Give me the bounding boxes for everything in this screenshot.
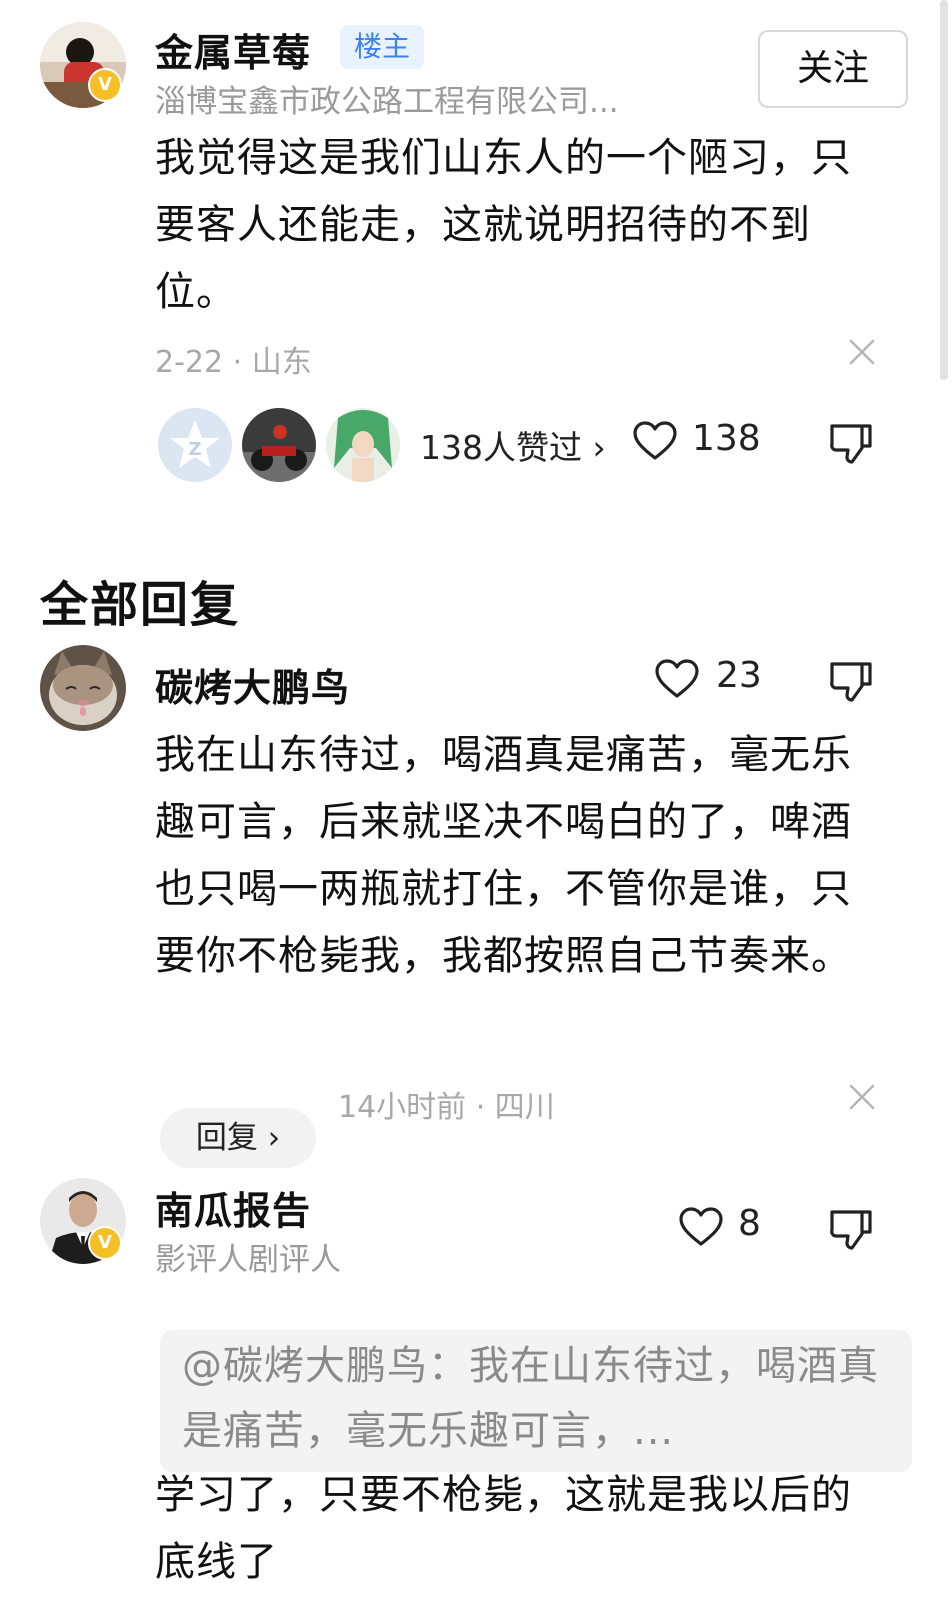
likers-link[interactable]: 138人赞过 › [420,421,606,469]
reply-button[interactable]: 回复 › [160,1108,316,1168]
comment-meta: 14小时前 · 四川 [338,1090,555,1125]
like-count: 8 [738,1203,761,1244]
close-icon[interactable] [848,1083,876,1111]
quoted-comment[interactable]: @碳烤大鹏鸟：我在山东待过，喝酒真是痛苦，毫无乐趣可言，... [160,1330,912,1472]
dislike-icon[interactable] [828,420,874,466]
svg-text:Z: Z [188,439,201,460]
heart-icon[interactable] [654,658,700,700]
heart-icon[interactable] [632,420,678,462]
verified-icon: V [88,68,122,102]
liker-avatar[interactable] [242,408,316,482]
op-badge: 楼主 [340,25,424,69]
op-text: 我觉得这是我们山东人的一个陋习，只要客人还能走，这就说明招待的不到位。 [155,135,852,315]
op-meta: 2-22 · 山东 [155,345,312,380]
comment-username[interactable]: 碳烤大鹏鸟 [155,657,350,712]
section-title: 全部回复 [40,577,241,633]
like-count: 138 [692,418,761,459]
dislike-icon[interactable] [828,658,874,704]
liker-avatar[interactable]: Z [158,408,232,482]
op-username[interactable]: 金属草莓 [155,22,311,77]
quoted-text: @碳烤大鹏鸟：我在山东待过，喝酒真是痛苦，毫无乐趣可言，... [182,1343,879,1454]
comment-avatar[interactable] [40,645,126,731]
op-subtitle: 淄博宝鑫市政公路工程有限公司... [155,84,619,120]
close-icon[interactable] [848,338,876,366]
comment-subtitle: 影评人剧评人 [155,1242,341,1278]
like-count: 23 [716,655,762,696]
comment-username[interactable]: 南瓜报告 [155,1180,311,1235]
comment-text: 学习了，只要不枪毙，这就是我以后的底线了 [155,1472,852,1585]
verified-icon: V [88,1226,122,1260]
scrollbar[interactable] [940,0,948,380]
liker-avatar[interactable] [326,408,400,482]
heart-icon[interactable] [678,1206,724,1248]
comment-text: 我在山东待过，喝酒真是痛苦，毫无乐趣可言，后来就坚决不喝白的了，啤酒也只喝一两瓶… [155,732,852,979]
dislike-icon[interactable] [828,1206,874,1252]
follow-button[interactable]: 关注 [758,30,908,108]
